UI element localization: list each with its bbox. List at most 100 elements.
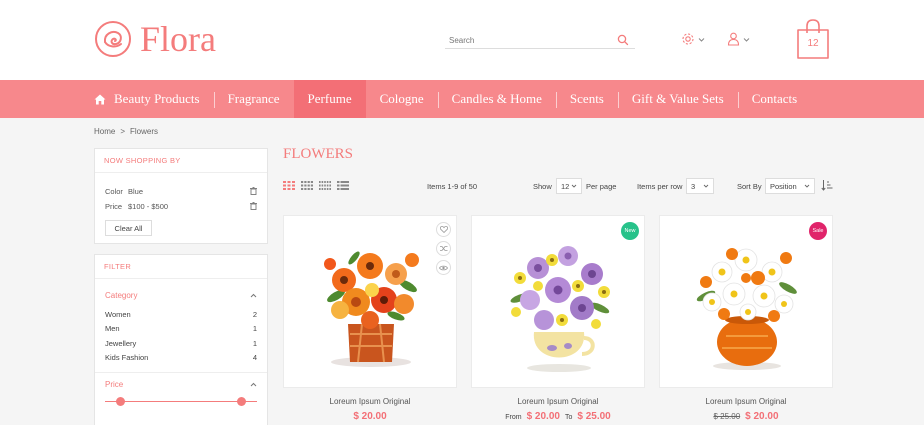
grid-four-view-icon[interactable] xyxy=(301,181,313,190)
chevron-down-icon xyxy=(743,37,750,42)
sort-direction-icon[interactable] xyxy=(821,179,833,191)
nav-item-contacts[interactable]: Contacts xyxy=(737,80,812,118)
product-price: $ 20.00 xyxy=(283,411,457,422)
from-label: From xyxy=(505,414,522,421)
category-item-jewellery[interactable]: Jewellery 1 xyxy=(95,336,267,351)
product-name[interactable]: Loreum Ipsum Original xyxy=(283,397,457,406)
product-card[interactable]: New xyxy=(471,215,645,388)
product-toolbar: Items 1-9 of 50 Show 12 Per page Items p… xyxy=(283,176,833,196)
items-per-row-select[interactable]: 3 xyxy=(686,178,714,194)
slider-handle-min[interactable] xyxy=(115,397,125,406)
product-image[interactable] xyxy=(472,216,646,389)
category-item-men[interactable]: Men 1 xyxy=(95,322,267,337)
clear-all-button[interactable]: Clear All xyxy=(105,220,152,236)
search-input[interactable] xyxy=(445,33,610,48)
show-select[interactable]: 12 xyxy=(556,178,582,194)
slider-handle-max[interactable] xyxy=(237,397,247,406)
trash-icon[interactable] xyxy=(250,187,257,195)
settings-menu[interactable] xyxy=(681,32,705,46)
account-menu[interactable] xyxy=(727,32,750,46)
rose-logo-icon xyxy=(95,21,131,57)
product-name[interactable]: Loreum Ipsum Original xyxy=(659,397,833,406)
logo[interactable]: Flora xyxy=(94,20,216,58)
old-price: $ 25.00 xyxy=(713,412,741,421)
cart-button[interactable]: 12 xyxy=(795,18,831,60)
main-nav: Beauty Products Fragrance Perfume Cologn… xyxy=(0,80,924,118)
breadcrumb-home[interactable]: Home xyxy=(94,127,115,136)
category-name: Women xyxy=(105,309,131,319)
nav-item-perfume[interactable]: Perfume xyxy=(293,80,366,118)
gear-icon xyxy=(682,33,694,45)
product-card[interactable] xyxy=(283,215,457,388)
product-image[interactable] xyxy=(284,216,458,389)
compare-button[interactable] xyxy=(436,241,451,256)
nav-item-cologne[interactable]: Cologne xyxy=(366,80,438,118)
nav-label: Perfume xyxy=(307,91,352,106)
nav-item-gift-value-sets[interactable]: Gift & Value Sets xyxy=(617,80,738,118)
category-title: Category xyxy=(105,291,138,300)
chevron-down-icon xyxy=(703,184,709,188)
product-image[interactable] xyxy=(660,216,834,389)
breadcrumb: Home > Flowers xyxy=(94,127,158,136)
trash-icon[interactable] xyxy=(250,202,257,210)
product-price: $ 25.00 $ 20.00 xyxy=(659,411,833,422)
shopping-by-panel: Now Shopping By Color Blue Price $100 - … xyxy=(94,148,268,244)
filter-label: Color xyxy=(105,187,123,196)
chevron-down-icon xyxy=(571,184,577,188)
wishlist-button[interactable] xyxy=(436,222,451,237)
show-label: Show xyxy=(533,182,552,191)
eye-icon xyxy=(439,265,448,270)
nav-label: Cologne xyxy=(379,91,424,106)
price-value: $ 20.00 xyxy=(353,411,387,422)
sort-value: Position xyxy=(770,181,797,191)
product-name[interactable]: Loreum Ipsum Original xyxy=(471,397,645,406)
nav-item-fragrance[interactable]: Fragrance xyxy=(213,80,294,118)
heart-icon xyxy=(439,226,448,233)
nav-label: Contacts xyxy=(751,91,798,106)
category-name: Jewellery xyxy=(105,338,137,348)
panel-title: Now Shopping By xyxy=(95,149,267,173)
price-from: $ 20.00 xyxy=(526,411,560,422)
search-icon[interactable] xyxy=(617,34,629,46)
slider-track xyxy=(105,401,257,402)
panel-title: Filter xyxy=(95,255,267,279)
category-count: 1 xyxy=(252,338,257,348)
filter-label: Price xyxy=(105,202,123,211)
filter-value: $100 - $500 xyxy=(128,202,169,211)
home-icon xyxy=(94,94,106,104)
category-item-kids-fashion[interactable]: Kids Fashion 4 xyxy=(95,351,267,366)
price-slider[interactable] xyxy=(105,397,257,407)
page-title: FLOWERS xyxy=(283,146,354,162)
chevron-up-icon xyxy=(250,382,257,387)
nav-item-beauty-products[interactable]: Beauty Products xyxy=(94,80,214,118)
product-price-range: From $ 20.00 To $ 25.00 xyxy=(471,411,645,422)
category-name: Kids Fashion xyxy=(105,353,149,363)
price-header[interactable]: Price xyxy=(95,380,267,389)
nav-item-scents[interactable]: Scents xyxy=(555,80,618,118)
new-badge: New xyxy=(621,222,639,240)
list-view-icon[interactable] xyxy=(337,181,349,190)
items-count: Items 1-9 of 50 xyxy=(427,182,478,191)
grid-five-view-icon[interactable] xyxy=(319,181,331,190)
grid-view-icon[interactable] xyxy=(283,181,295,190)
sort-by-select[interactable]: Position xyxy=(765,178,815,194)
to-label: To xyxy=(564,414,573,421)
product-actions xyxy=(436,222,451,275)
site-header: Flora 12 xyxy=(0,0,924,80)
quick-view-button[interactable] xyxy=(436,260,451,275)
nav-label: Beauty Products xyxy=(114,91,200,106)
shuffle-icon xyxy=(439,246,447,251)
category-count: 1 xyxy=(252,324,257,334)
filter-value: Blue xyxy=(128,187,144,196)
chevron-up-icon xyxy=(250,293,257,298)
nav-item-candles-home[interactable]: Candles & Home xyxy=(437,80,556,118)
category-header[interactable]: Category xyxy=(95,291,267,300)
items-per-row-label: Items per row xyxy=(637,182,683,191)
nav-label: Gift & Value Sets xyxy=(631,91,724,106)
show-value: 12 xyxy=(561,181,570,191)
category-count: 4 xyxy=(252,353,257,363)
active-filter-price: Price $100 - $500 xyxy=(95,199,267,214)
product-card[interactable]: Sale xyxy=(659,215,833,388)
category-item-women[interactable]: Women 2 xyxy=(95,307,267,322)
items-per-row-value: 3 xyxy=(691,181,696,191)
